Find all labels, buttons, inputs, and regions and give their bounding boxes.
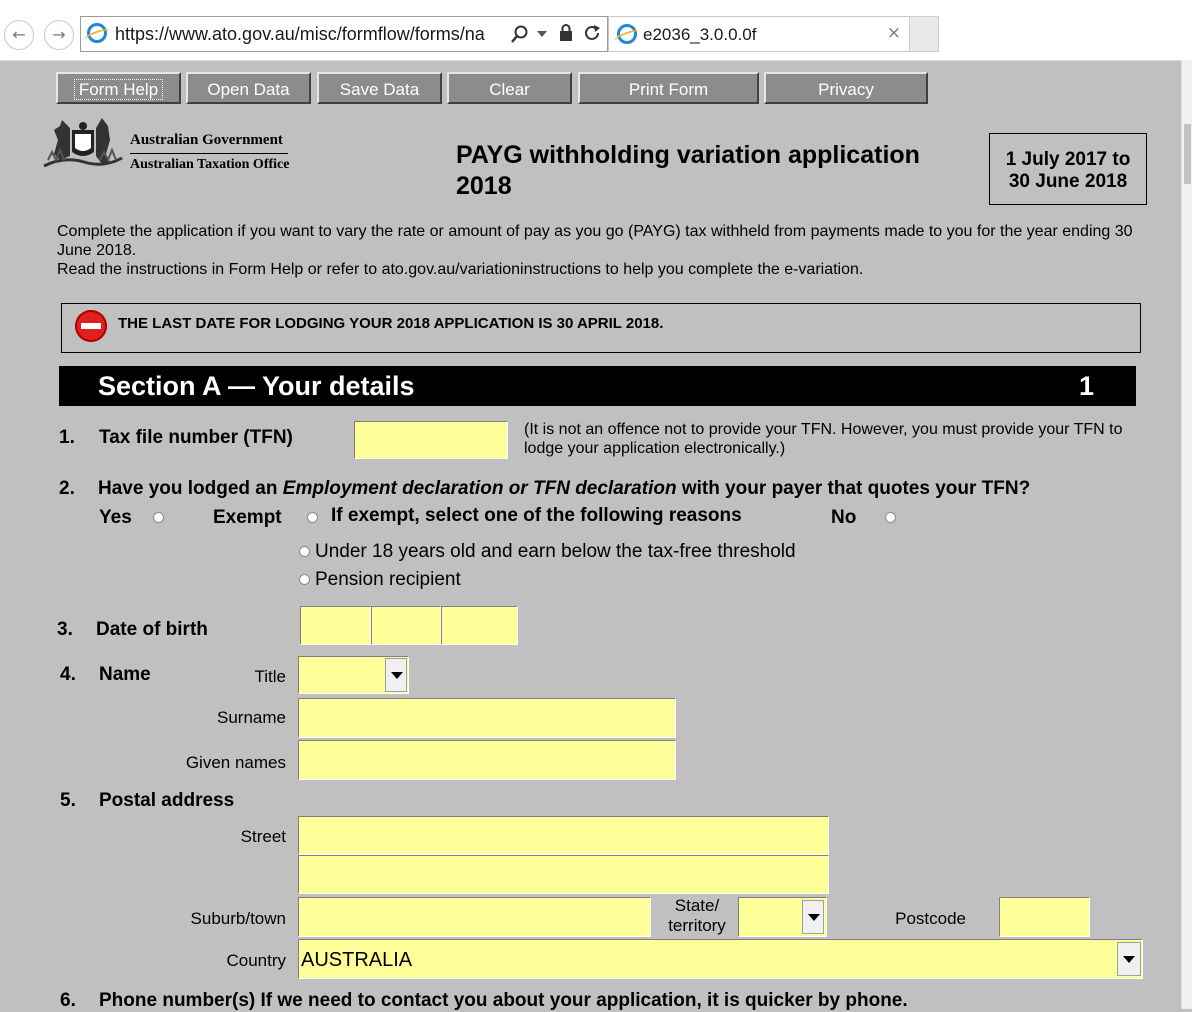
ie-logo-icon bbox=[87, 23, 107, 43]
clear-button[interactable]: Clear bbox=[447, 72, 572, 104]
form-help-label: Form Help bbox=[73, 79, 164, 100]
clear-label: Clear bbox=[489, 80, 530, 99]
reason-pension-label: Pension recipient bbox=[315, 569, 461, 590]
q2-number: 2. bbox=[59, 478, 75, 499]
q2-yes-radio[interactable] bbox=[153, 512, 164, 523]
street-line1-input[interactable] bbox=[298, 816, 829, 855]
new-tab-button[interactable] bbox=[909, 16, 939, 52]
open-data-label: Open Data bbox=[207, 80, 290, 99]
surname-input[interactable] bbox=[298, 698, 676, 738]
country-value: AUSTRALIA bbox=[301, 949, 413, 971]
print-form-label: Print Form bbox=[628, 80, 709, 99]
save-data-label: Save Data bbox=[339, 80, 420, 99]
coat-of-arms-icon bbox=[43, 118, 123, 168]
tfn-input[interactable] bbox=[354, 421, 508, 459]
q1-label: Tax file number (TFN) bbox=[99, 427, 293, 448]
address-bar[interactable]: https://www.ato.gov.au/misc/formflow/for… bbox=[80, 16, 608, 52]
agency-divider bbox=[130, 153, 288, 154]
url-text[interactable]: https://www.ato.gov.au/misc/formflow/for… bbox=[115, 24, 503, 45]
q1-number: 1. bbox=[59, 427, 75, 448]
print-form-button[interactable]: Print Form bbox=[578, 72, 759, 104]
surname-label: Surname bbox=[217, 708, 286, 727]
period-end: 30 June 2018 bbox=[1008, 171, 1128, 192]
agency-name: Australian Government bbox=[130, 132, 283, 148]
forward-arrow-icon[interactable]: → bbox=[44, 20, 74, 50]
refresh-icon[interactable] bbox=[583, 24, 601, 42]
intro-text: Complete the application if you want to … bbox=[57, 223, 1133, 259]
agency-subname: Australian Taxation Office bbox=[130, 157, 290, 172]
suburb-label: Suburb/town bbox=[190, 909, 286, 928]
q2-label-pre: Have you lodged an bbox=[98, 478, 283, 499]
lock-icon[interactable] bbox=[559, 24, 573, 42]
section-title: Section A — Your details bbox=[98, 371, 415, 401]
q4-label: Name bbox=[99, 664, 151, 685]
vertical-scrollbar[interactable] bbox=[1181, 60, 1192, 1009]
q2-exempt-label: Exempt bbox=[213, 507, 282, 528]
dob-month-input[interactable] bbox=[371, 606, 441, 645]
q3-label: Date of birth bbox=[96, 619, 208, 640]
tfn-note: (It is not an offence not to provide you… bbox=[524, 421, 1123, 457]
state-label: State/ territory bbox=[656, 896, 738, 936]
q2-label-emphasis: Employment declaration or TFN declaratio… bbox=[282, 478, 677, 499]
dob-day-input[interactable] bbox=[300, 606, 371, 645]
q2-label-post: with your payer that quotes your TFN? bbox=[676, 478, 1031, 499]
q4-number: 4. bbox=[60, 664, 76, 685]
dropdown-icon[interactable] bbox=[537, 31, 547, 37]
q3-number: 3. bbox=[57, 619, 73, 640]
given-names-input[interactable] bbox=[298, 740, 676, 780]
suburb-input[interactable] bbox=[298, 897, 651, 937]
chevron-down-icon[interactable] bbox=[1117, 942, 1141, 976]
reason-under18-radio[interactable] bbox=[299, 546, 310, 557]
q5-label: Postal address bbox=[99, 790, 235, 811]
search-icon[interactable] bbox=[511, 25, 529, 43]
privacy-label: Privacy bbox=[818, 80, 874, 99]
country-label: Country bbox=[226, 951, 286, 970]
state-label-line2: territory bbox=[668, 916, 726, 935]
save-data-button[interactable]: Save Data bbox=[317, 72, 442, 104]
postcode-label: Postcode bbox=[895, 909, 966, 928]
browser-tab[interactable]: e2036_3.0.0.0f × bbox=[608, 16, 910, 52]
section-page-number: 1 bbox=[1078, 371, 1094, 401]
title-label: Title bbox=[254, 667, 287, 686]
lodgement-notice: THE LAST DATE FOR LODGING YOUR 2018 APPL… bbox=[61, 303, 1141, 353]
chevron-down-icon[interactable] bbox=[802, 900, 824, 934]
street-line2-input[interactable] bbox=[298, 855, 829, 894]
q2-no-label: No bbox=[831, 507, 857, 528]
q5-number: 5. bbox=[60, 790, 76, 811]
scrollbar-thumb[interactable] bbox=[1184, 124, 1191, 184]
q2-exempt-prompt: If exempt, select one of the following r… bbox=[331, 505, 742, 526]
period-box: 1 July 2017 to 30 June 2018 bbox=[989, 133, 1147, 205]
chevron-down-icon[interactable] bbox=[385, 658, 407, 692]
reason-under18-label: Under 18 years old and earn below the ta… bbox=[315, 541, 796, 562]
q2-no-radio[interactable] bbox=[885, 512, 896, 523]
q2-yes-label: Yes bbox=[99, 507, 132, 528]
state-label-line1: State/ bbox=[674, 896, 720, 915]
ie-logo-icon bbox=[617, 24, 637, 44]
back-arrow-icon[interactable]: ← bbox=[4, 20, 34, 50]
stop-icon bbox=[75, 310, 107, 342]
intro-instructions: Read the instructions in Form Help or re… bbox=[57, 261, 864, 278]
reason-pension-radio[interactable] bbox=[299, 574, 310, 585]
period-start: 1 July 2017 to bbox=[1005, 149, 1131, 170]
country-select[interactable]: AUSTRALIA bbox=[298, 939, 1143, 979]
q2-label: Have you lodged an Employment declaratio… bbox=[98, 478, 1030, 500]
street-label: Street bbox=[240, 827, 286, 846]
form-title: PAYG withholding variation application 2… bbox=[456, 141, 920, 200]
open-data-button[interactable]: Open Data bbox=[186, 72, 311, 104]
postcode-input[interactable] bbox=[999, 897, 1090, 937]
tab-title: e2036_3.0.0.0f bbox=[643, 25, 757, 44]
close-icon[interactable]: × bbox=[887, 23, 901, 43]
q2-exempt-radio[interactable] bbox=[307, 512, 318, 523]
form-help-button[interactable]: Form Help bbox=[56, 72, 181, 104]
privacy-button[interactable]: Privacy bbox=[764, 72, 928, 104]
given-names-label: Given names bbox=[185, 753, 286, 772]
dob-year-input[interactable] bbox=[441, 606, 518, 645]
section-header: Section A — Your details 1 bbox=[59, 366, 1136, 406]
notice-text: THE LAST DATE FOR LODGING YOUR 2018 APPL… bbox=[118, 315, 664, 332]
browser-chrome: ← → https://www.ato.gov.au/misc/formflow… bbox=[0, 0, 1192, 61]
